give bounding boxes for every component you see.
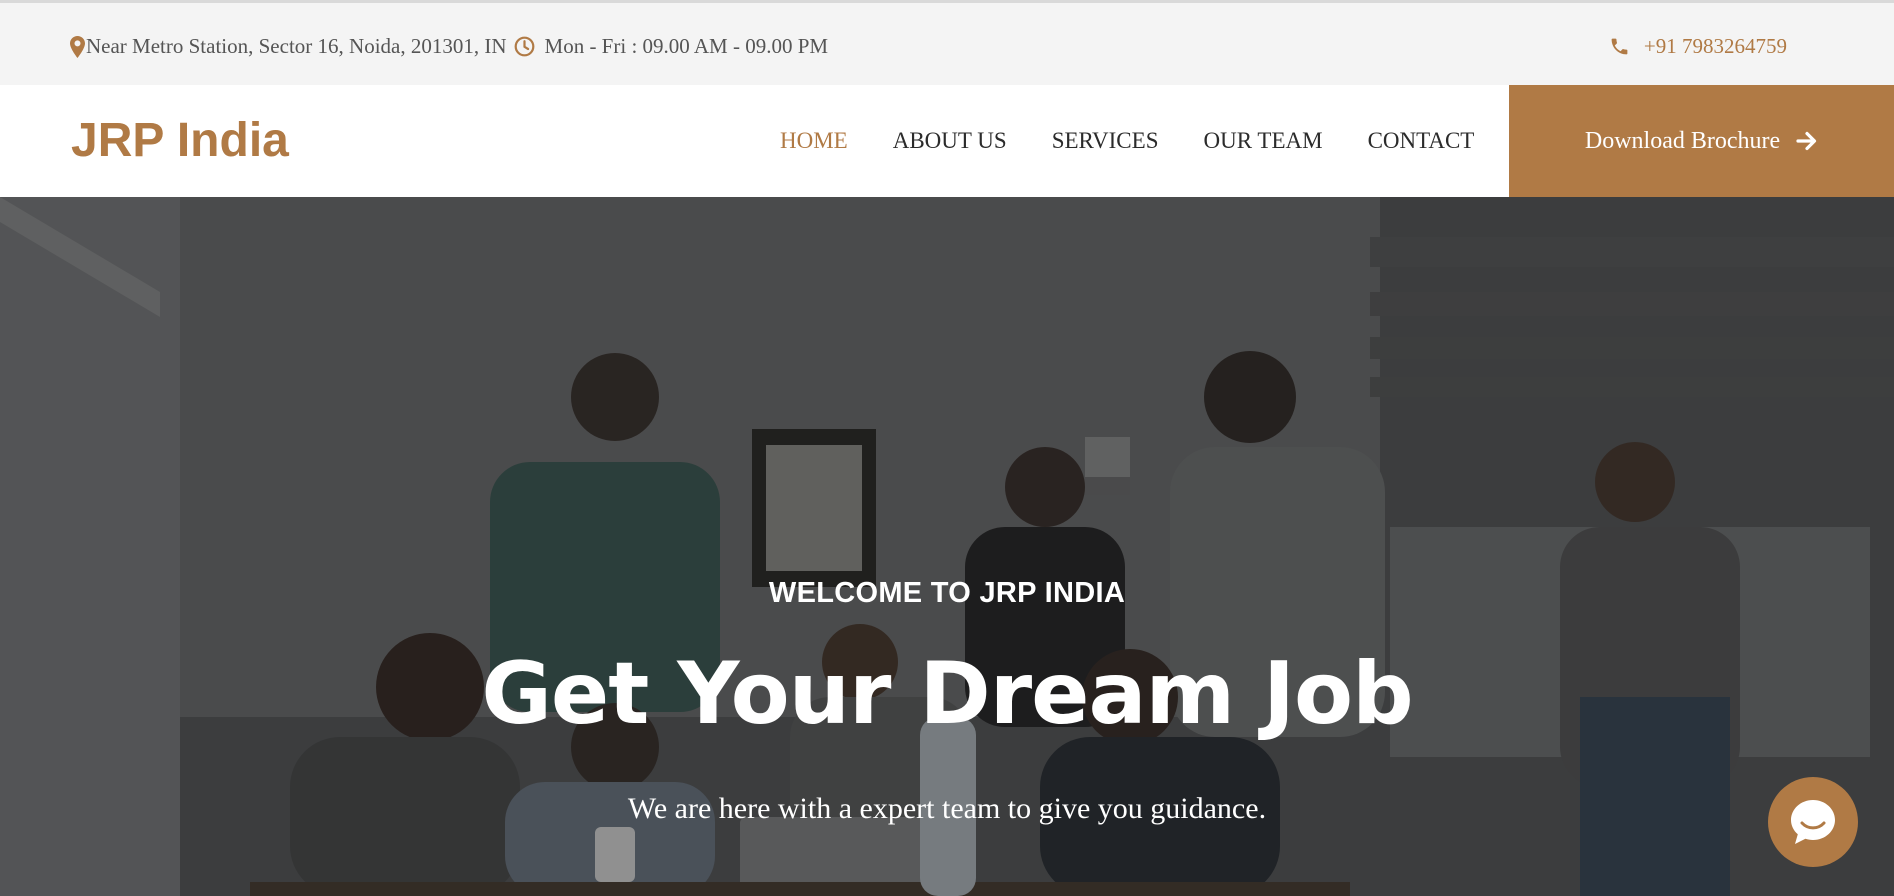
hero-section: WELCOME TO JRP INDIA Get Your Dream Job … — [0, 197, 1894, 896]
nav-item-services[interactable]: SERVICES — [1052, 128, 1159, 154]
hero-tagline: We are here with a expert team to give y… — [627, 792, 1267, 825]
nav-item-our-team[interactable]: OUR TEAM — [1204, 128, 1323, 154]
map-pin-icon — [70, 35, 85, 58]
chat-bubble-icon — [1791, 800, 1835, 844]
contact-info: Near Metro Station, Sector 16, Noida, 20… — [70, 34, 828, 59]
hero-eyebrow: WELCOME TO JRP INDIA — [768, 577, 1126, 609]
chat-widget-button[interactable] — [1768, 777, 1858, 867]
hours-text: Mon - Fri : 09.00 AM - 09.00 PM — [544, 34, 829, 58]
phone-number: +91 7983264759 — [1643, 34, 1787, 58]
nav-item-home[interactable]: HOME — [780, 128, 848, 154]
nav-item-about-us[interactable]: ABOUT US — [893, 128, 1007, 154]
hero-headline: Get Your Dream Job — [481, 644, 1413, 744]
main-navbar: JRP India HOME ABOUT US SERVICES OUR TEA… — [0, 85, 1894, 197]
main-menu: HOME ABOUT US SERVICES OUR TEAM CONTACT — [780, 85, 1474, 197]
top-info-bar: Near Metro Station, Sector 16, Noida, 20… — [0, 0, 1894, 85]
download-brochure-label: Download Brochure — [1584, 127, 1781, 154]
hero-content: WELCOME TO JRP INDIA Get Your Dream Job … — [0, 197, 1894, 896]
download-brochure-button[interactable]: Download Brochure — [1509, 85, 1894, 197]
address-text: Near Metro Station, Sector 16, Noida, 20… — [86, 34, 507, 58]
clock-icon — [514, 36, 534, 57]
phone-icon — [1611, 38, 1628, 55]
nav-item-contact[interactable]: CONTACT — [1368, 128, 1475, 154]
site-logo[interactable]: JRP India — [71, 85, 289, 197]
arrow-right-icon — [1796, 131, 1817, 151]
phone-link[interactable]: +91 7983264759 — [1609, 34, 1787, 59]
